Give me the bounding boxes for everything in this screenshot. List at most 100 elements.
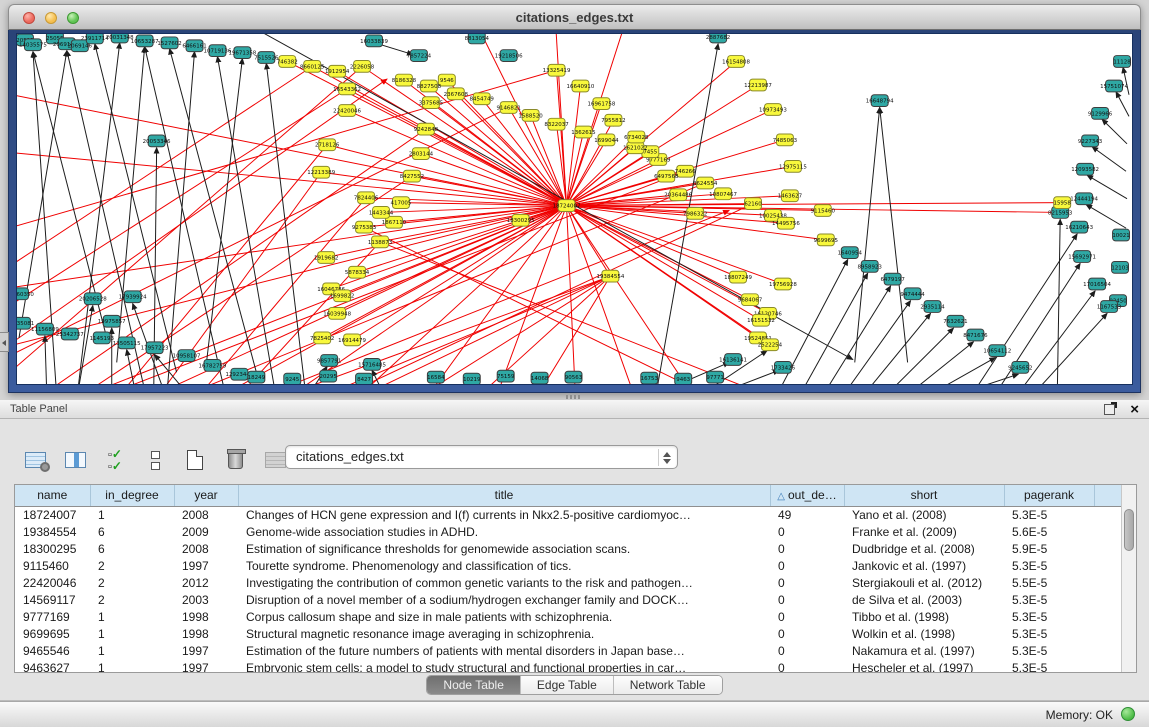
citation-edge[interactable] [77,306,93,384]
graph-node[interactable]: 16154808 [722,56,750,68]
graph-node[interactable]: 7632621 [943,315,967,327]
graph-node[interactable]: 16961758 [588,98,616,110]
citation-edge-selected[interactable] [567,152,651,206]
citation-edge[interactable] [923,358,996,384]
citation-edge-selected[interactable] [567,206,751,300]
citation-edge[interactable] [861,313,931,384]
graph-node[interactable]: 16914479 [338,334,366,346]
graph-node[interactable]: 746382 [277,56,298,68]
graph-node[interactable]: 1588520 [518,109,543,121]
graph-node[interactable]: 7515526 [254,52,279,64]
graph-node[interactable]: 13505115 [113,337,141,349]
tab-node-table[interactable]: Node Table [427,676,521,694]
graph-node[interactable]: 16584 [427,371,445,383]
graph-node[interactable]: 8471676 [963,329,988,341]
tab-network-table[interactable]: Network Table [614,676,722,694]
citation-edge-selected[interactable] [567,203,1063,206]
graph-node[interactable]: 9129966 [1088,108,1113,120]
graph-node[interactable]: 9146821 [496,102,520,114]
graph-node[interactable]: 2935114 [920,301,945,313]
citation-edge-selected[interactable] [567,132,584,206]
citation-edge-selected[interactable] [416,276,610,384]
column-header-pagerank[interactable]: pagerank [1004,485,1094,506]
table-settings-button[interactable] [20,445,50,475]
graph-node[interactable]: 2522254 [758,339,783,351]
graph-node[interactable]: 7825402 [310,332,334,344]
graph-node[interactable]: 9857791 [317,355,341,367]
graph-node[interactable]: 9227343 [1078,135,1103,147]
graph-node[interactable]: 15958 [1053,197,1071,209]
graph-node[interactable]: 9474444 [900,288,925,300]
graph-node[interactable]: 20206528 [79,293,107,305]
citation-edge-selected[interactable] [380,242,775,384]
graph-node[interactable]: 8427 [356,373,373,384]
graph-node[interactable]: 417005 [391,197,412,209]
graph-node[interactable]: 12103 [1111,261,1129,273]
graph-node[interactable]: 62160 [744,198,762,210]
citation-edge[interactable] [1057,219,1060,384]
panel-splitter[interactable] [0,393,1149,400]
graph-node[interactable]: 7986322 [683,208,707,220]
table-row[interactable]: 946362711997Embryonic stem cells: a mode… [15,659,1122,673]
graph-node[interactable]: 3375685 [419,97,443,109]
citation-edge[interactable] [821,286,891,384]
graph-node[interactable]: 1362615 [571,126,595,138]
graph-node[interactable]: 14068 [531,372,549,384]
graph-node[interactable]: 9245 [284,373,301,384]
graph-node[interactable]: 6734028 [624,131,649,143]
citation-edge-selected[interactable] [567,86,581,206]
column-header-year[interactable]: year [174,485,238,506]
citation-edge[interactable] [798,273,868,384]
graph-node[interactable]: 19756928 [769,278,797,290]
graph-node[interactable]: 20364486 [664,189,692,201]
graph-node[interactable]: 16753 [641,372,659,384]
citation-edge-selected[interactable] [426,206,567,384]
citation-edge[interactable] [266,63,306,384]
graph-node[interactable]: 10653287 [131,35,159,47]
citation-edge[interactable] [883,328,954,384]
graph-node[interactable]: 1621022 [623,142,647,154]
graph-node[interactable]: 1145193 [90,332,115,344]
show-column-button[interactable] [60,445,90,475]
graph-node[interactable]: 16640910 [567,80,595,92]
graph-node[interactable]: 18249 [248,371,266,383]
table-selector[interactable]: citations_edges.txt [285,445,678,469]
graph-node[interactable]: 12213987 [744,79,772,91]
graph-node[interactable]: 97771 [706,371,723,383]
graph-node[interactable]: 8186328 [392,74,417,86]
graph-node[interactable]: 1733426 [771,361,796,373]
graph-node[interactable]: 19975857 [98,315,126,327]
graph-node[interactable]: 7955812 [601,114,625,126]
graph-node[interactable]: 12444194 [1070,193,1098,205]
table-row[interactable]: 1456911722003Disruption of a novel membe… [15,591,1122,608]
graph-node[interactable]: 7857224 [407,50,432,62]
graph-node[interactable]: 17016504 [1083,278,1111,290]
tab-edge-table[interactable]: Edge Table [521,676,614,694]
table-vertical-scrollbar[interactable] [1121,485,1136,672]
graph-node[interactable]: 1919682 [314,252,338,264]
graph-node[interactable]: 1463627 [778,190,802,202]
table-row[interactable]: 2242004622012Investigating the contribut… [15,574,1122,591]
graph-node[interactable]: 2718126 [315,139,340,151]
graph-node[interactable]: 13325419 [543,64,571,76]
table-row[interactable]: 911546021997Tourette syndrome. Phenomeno… [15,557,1122,574]
table-row[interactable]: 1872400712008Changes of HCN gene express… [15,506,1122,523]
graph-node[interactable]: 20295 [319,370,336,382]
row-height-button[interactable] [140,445,170,475]
graph-node[interactable]: 8958923 [858,260,883,272]
graph-node[interactable]: 75159 [497,370,515,382]
citation-edge-selected[interactable] [536,276,611,384]
citation-edge[interactable] [45,336,47,384]
graph-node[interactable]: 12213389 [307,166,335,178]
graph-node[interactable]: 10219 [463,373,481,384]
network-canvas[interactable]: 2051314035575250552069140620691462391171… [16,33,1133,385]
table-row[interactable]: 1830029562008Estimation of significance … [15,540,1122,557]
graph-node[interactable]: 16210643 [1065,221,1093,233]
citation-edge[interactable] [217,57,276,384]
citation-edge-selected[interactable] [17,152,567,206]
citation-edge[interactable] [1102,119,1127,144]
table-row[interactable]: 1938455462009Genome-wide association stu… [15,523,1122,540]
citation-edge[interactable] [903,342,974,384]
graph-node[interactable]: 3624554 [693,177,718,189]
graph-node[interactable]: 9463 [675,373,692,384]
